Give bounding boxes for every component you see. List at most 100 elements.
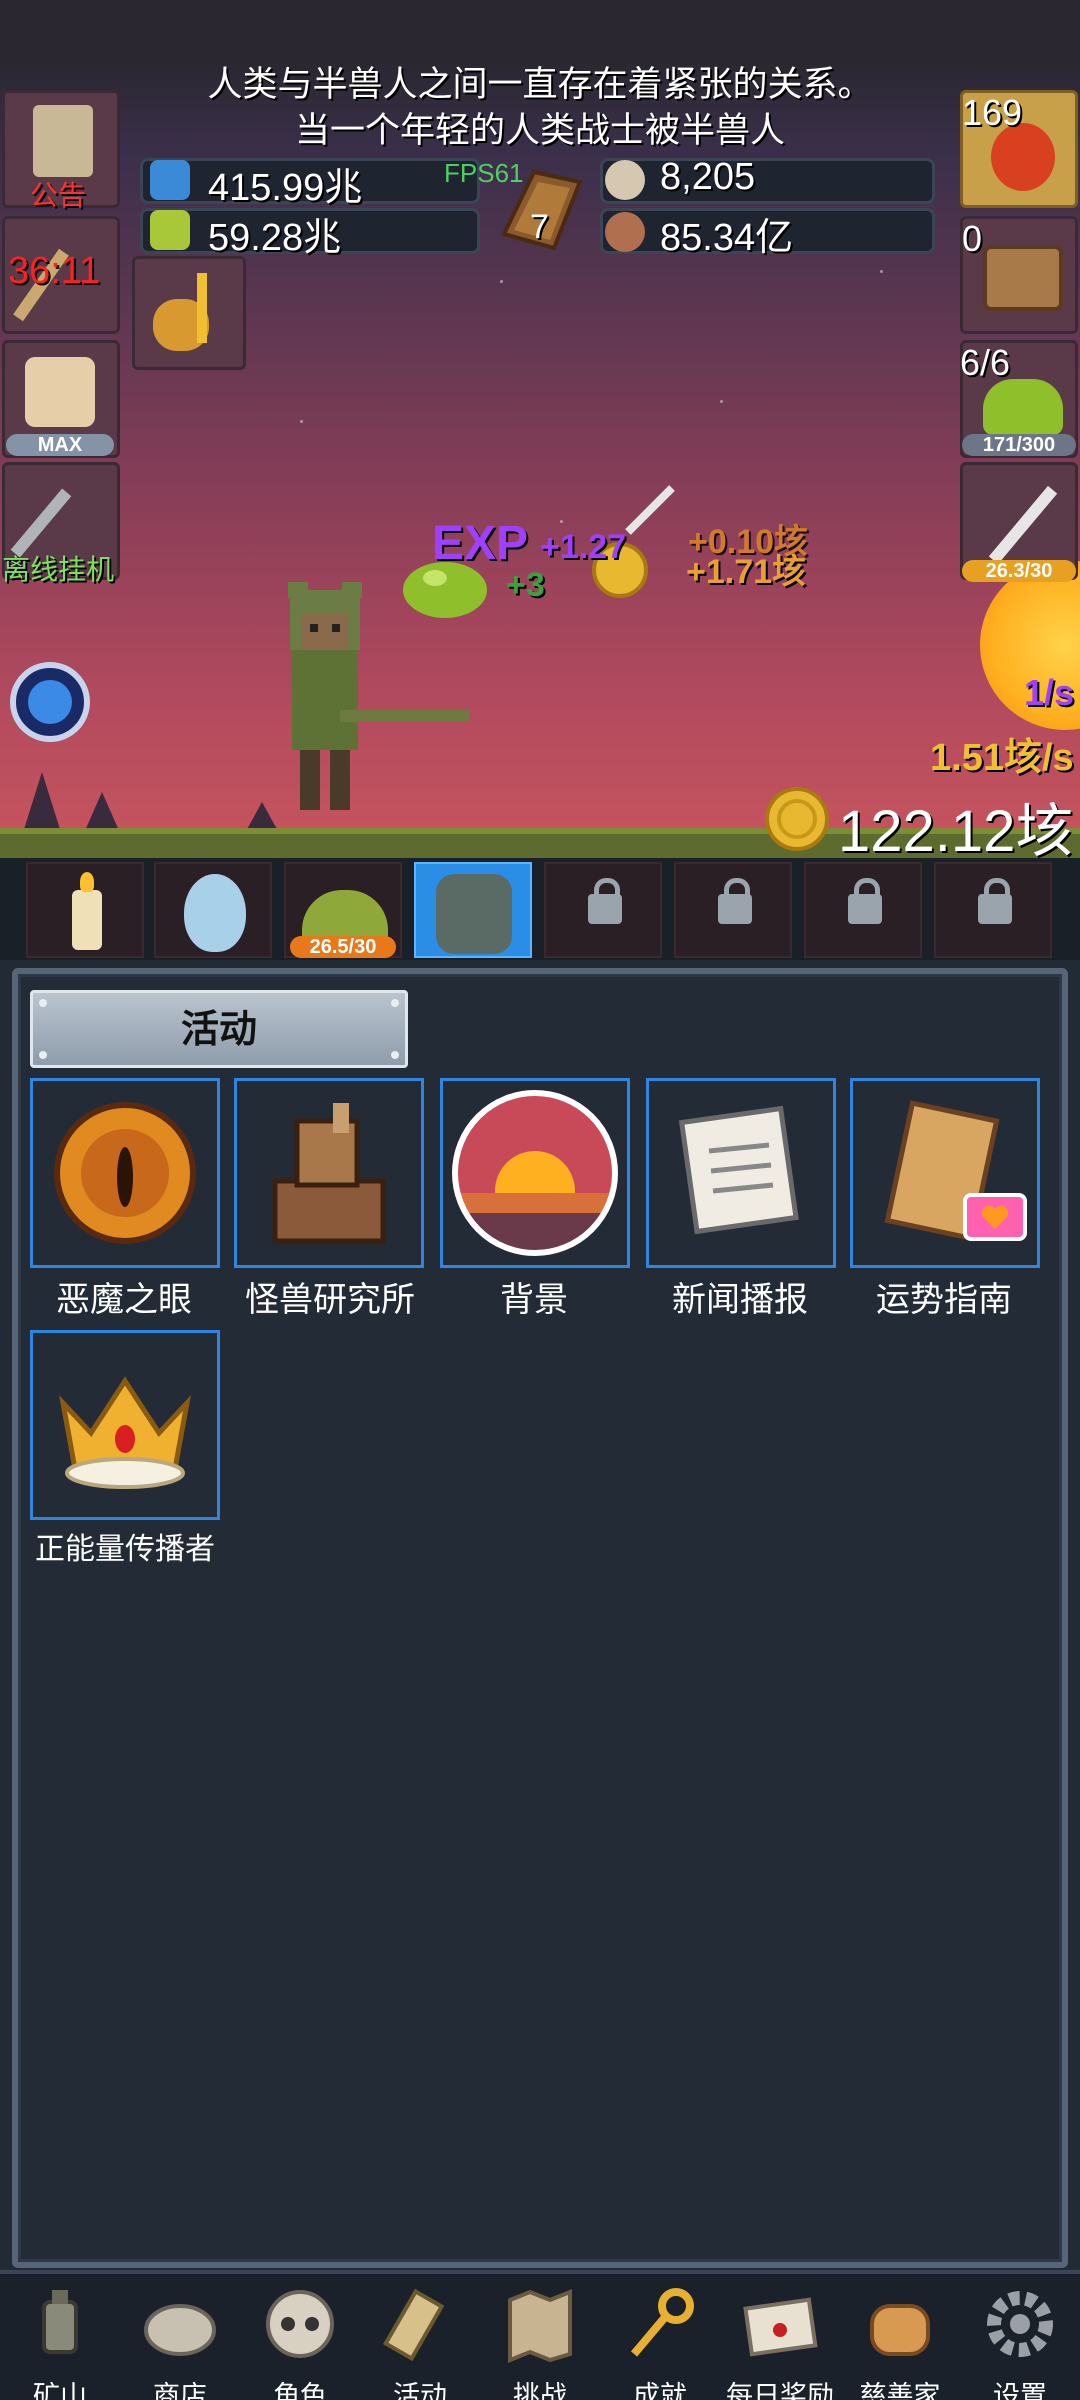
rivet — [39, 999, 47, 1007]
slime-count: 6/6 — [960, 342, 1011, 383]
nav-mine-label: 矿山 — [33, 2381, 87, 2400]
fortune-guide-icon — [884, 1100, 1027, 1242]
skull-icon — [266, 2290, 334, 2358]
demon-eye-icon — [54, 1102, 196, 1244]
lock-icon — [848, 878, 882, 924]
unit-slot-zombie[interactable] — [414, 862, 532, 958]
nav-achievement[interactable]: 成就 — [600, 2282, 720, 2400]
key-icon — [630, 2288, 694, 2357]
activity-background-label: 背景 — [500, 1280, 568, 1320]
notice-label: 公告 — [30, 180, 87, 211]
star — [500, 280, 503, 283]
story-announcement: 人类与半兽人之间一直存在着紧张的关系。 当一个年轻的人类战士被半兽人 — [120, 62, 960, 154]
nav-daily-reward[interactable]: 每日奖励 — [720, 2282, 840, 2400]
green-potion-value: 59.28兆 — [208, 217, 342, 259]
unit-slot-locked[interactable] — [674, 862, 792, 958]
book-count: 7 — [530, 208, 549, 246]
gold-total: 122.12垓 — [838, 799, 1074, 864]
rivet — [391, 1051, 399, 1059]
envelope-icon — [743, 2297, 818, 2357]
sunset-background-icon — [452, 1090, 618, 1256]
unit-slot-candle[interactable] — [26, 862, 144, 958]
unit-slot-locked[interactable] — [934, 862, 1052, 958]
coin-gain-popup-2: +1.71垓 — [686, 553, 807, 591]
rivet — [391, 999, 399, 1007]
activity-news[interactable] — [646, 1078, 836, 1268]
slime-gain-popup: +3 — [506, 566, 545, 604]
lock-icon — [718, 878, 752, 924]
nav-character[interactable]: 角色 — [240, 2282, 360, 2400]
unit-slot-locked[interactable] — [544, 862, 662, 958]
flame-icon — [80, 872, 94, 892]
activity-news-label: 新闻播报 — [672, 1280, 808, 1320]
sword-icon — [988, 485, 1058, 565]
activity-demon-eye-label: 恶魔之眼 — [56, 1280, 192, 1320]
unit-slot-slime[interactable]: 26.5/30 — [284, 862, 402, 958]
gold-per-second: 1.51垓/s — [930, 737, 1074, 779]
nav-mine[interactable]: 矿山 — [0, 2282, 120, 2400]
activity-fortune-guide-label: 运势指南 — [876, 1280, 1012, 1320]
candle-icon — [72, 890, 102, 950]
nav-philanthropist-label: 慈善家 — [859, 2381, 941, 2400]
treasure-chest-icon — [983, 245, 1063, 311]
sword-drop — [625, 485, 675, 535]
scroll-icon — [382, 2288, 445, 2362]
activity-fortune-guide[interactable] — [850, 1078, 1040, 1268]
bread-icon — [870, 2304, 930, 2356]
meat-icon — [605, 212, 645, 252]
activity-monster-lab[interactable] — [234, 1078, 424, 1268]
blue-potion-value: 415.99兆 — [208, 167, 363, 209]
beer-max-badge: MAX — [6, 434, 114, 456]
lock-icon — [588, 878, 622, 924]
slime-unit-progress: 26.5/30 — [290, 936, 396, 958]
star — [720, 400, 723, 403]
egg-icon — [184, 874, 246, 952]
nav-character-label: 角色 — [273, 2381, 327, 2400]
rivet — [39, 1051, 47, 1059]
exp-gain-popup: +1.27 — [540, 528, 627, 566]
activity-demon-eye[interactable] — [30, 1078, 220, 1268]
gear-icon — [987, 2291, 1053, 2357]
nav-shop[interactable]: 商店 — [120, 2282, 240, 2400]
golden-key-button[interactable] — [132, 256, 246, 370]
activity-monster-lab-label: 怪兽研究所 — [245, 1280, 415, 1320]
shop-stone-icon — [144, 2304, 216, 2356]
nav-settings-label: 设置 — [993, 2381, 1047, 2400]
slime-icon — [983, 379, 1063, 435]
lantern-icon — [42, 2290, 78, 2354]
unit-slot-egg[interactable] — [154, 862, 272, 958]
nav-challenge[interactable]: 挑战 — [480, 2282, 600, 2400]
game-scene: 人类与半兽人之间一直存在着紧张的关系。 当一个年轻的人类战士被半兽人 415.9… — [0, 0, 1080, 960]
unit-slot-locked[interactable] — [804, 862, 922, 958]
nav-activity[interactable]: 活动 — [360, 2282, 480, 2400]
announcement-line-1: 人类与半兽人之间一直存在着紧张的关系。 — [207, 65, 873, 105]
golden-key-icon — [197, 273, 207, 343]
nav-philanthropist[interactable]: 慈善家 — [840, 2282, 960, 2400]
nav-daily-reward-label: 每日奖励 — [726, 2381, 834, 2400]
scroll-icon — [33, 105, 93, 177]
meat-value: 85.34亿 — [660, 217, 794, 259]
activity-background[interactable] — [440, 1078, 630, 1268]
nav-activity-label: 活动 — [393, 2381, 447, 2400]
nav-settings[interactable]: 设置 — [960, 2282, 1080, 2400]
shell-bar[interactable] — [600, 158, 935, 204]
beer-mug-icon — [25, 357, 95, 427]
unit-bar: 26.5/30 — [0, 858, 1080, 960]
tab-activity-title: 活动 — [180, 1007, 257, 1051]
assistant-orb-button[interactable] — [10, 662, 90, 742]
monster-lab-icon — [272, 1103, 386, 1244]
activity-positive-energy[interactable] — [30, 1330, 220, 1520]
shell-icon — [605, 160, 645, 200]
announcement-line-2: 当一个年轻的人类战士被半兽人 — [294, 111, 785, 151]
newspaper-icon — [678, 1105, 799, 1235]
chest-count: 0 — [962, 218, 983, 259]
offline-idle-label: 离线挂机 — [2, 554, 115, 585]
nav-shop-label: 商店 — [153, 2381, 207, 2400]
gold-coin-icon — [765, 787, 829, 851]
shell-value: 8,205 — [660, 156, 756, 198]
star — [560, 520, 563, 523]
nav-achievement-label: 成就 — [633, 2381, 687, 2400]
potion-count: 169 — [962, 92, 1023, 133]
exp-per-second: 1/s — [1024, 672, 1075, 713]
tab-activity-header: 活动 — [30, 990, 408, 1068]
